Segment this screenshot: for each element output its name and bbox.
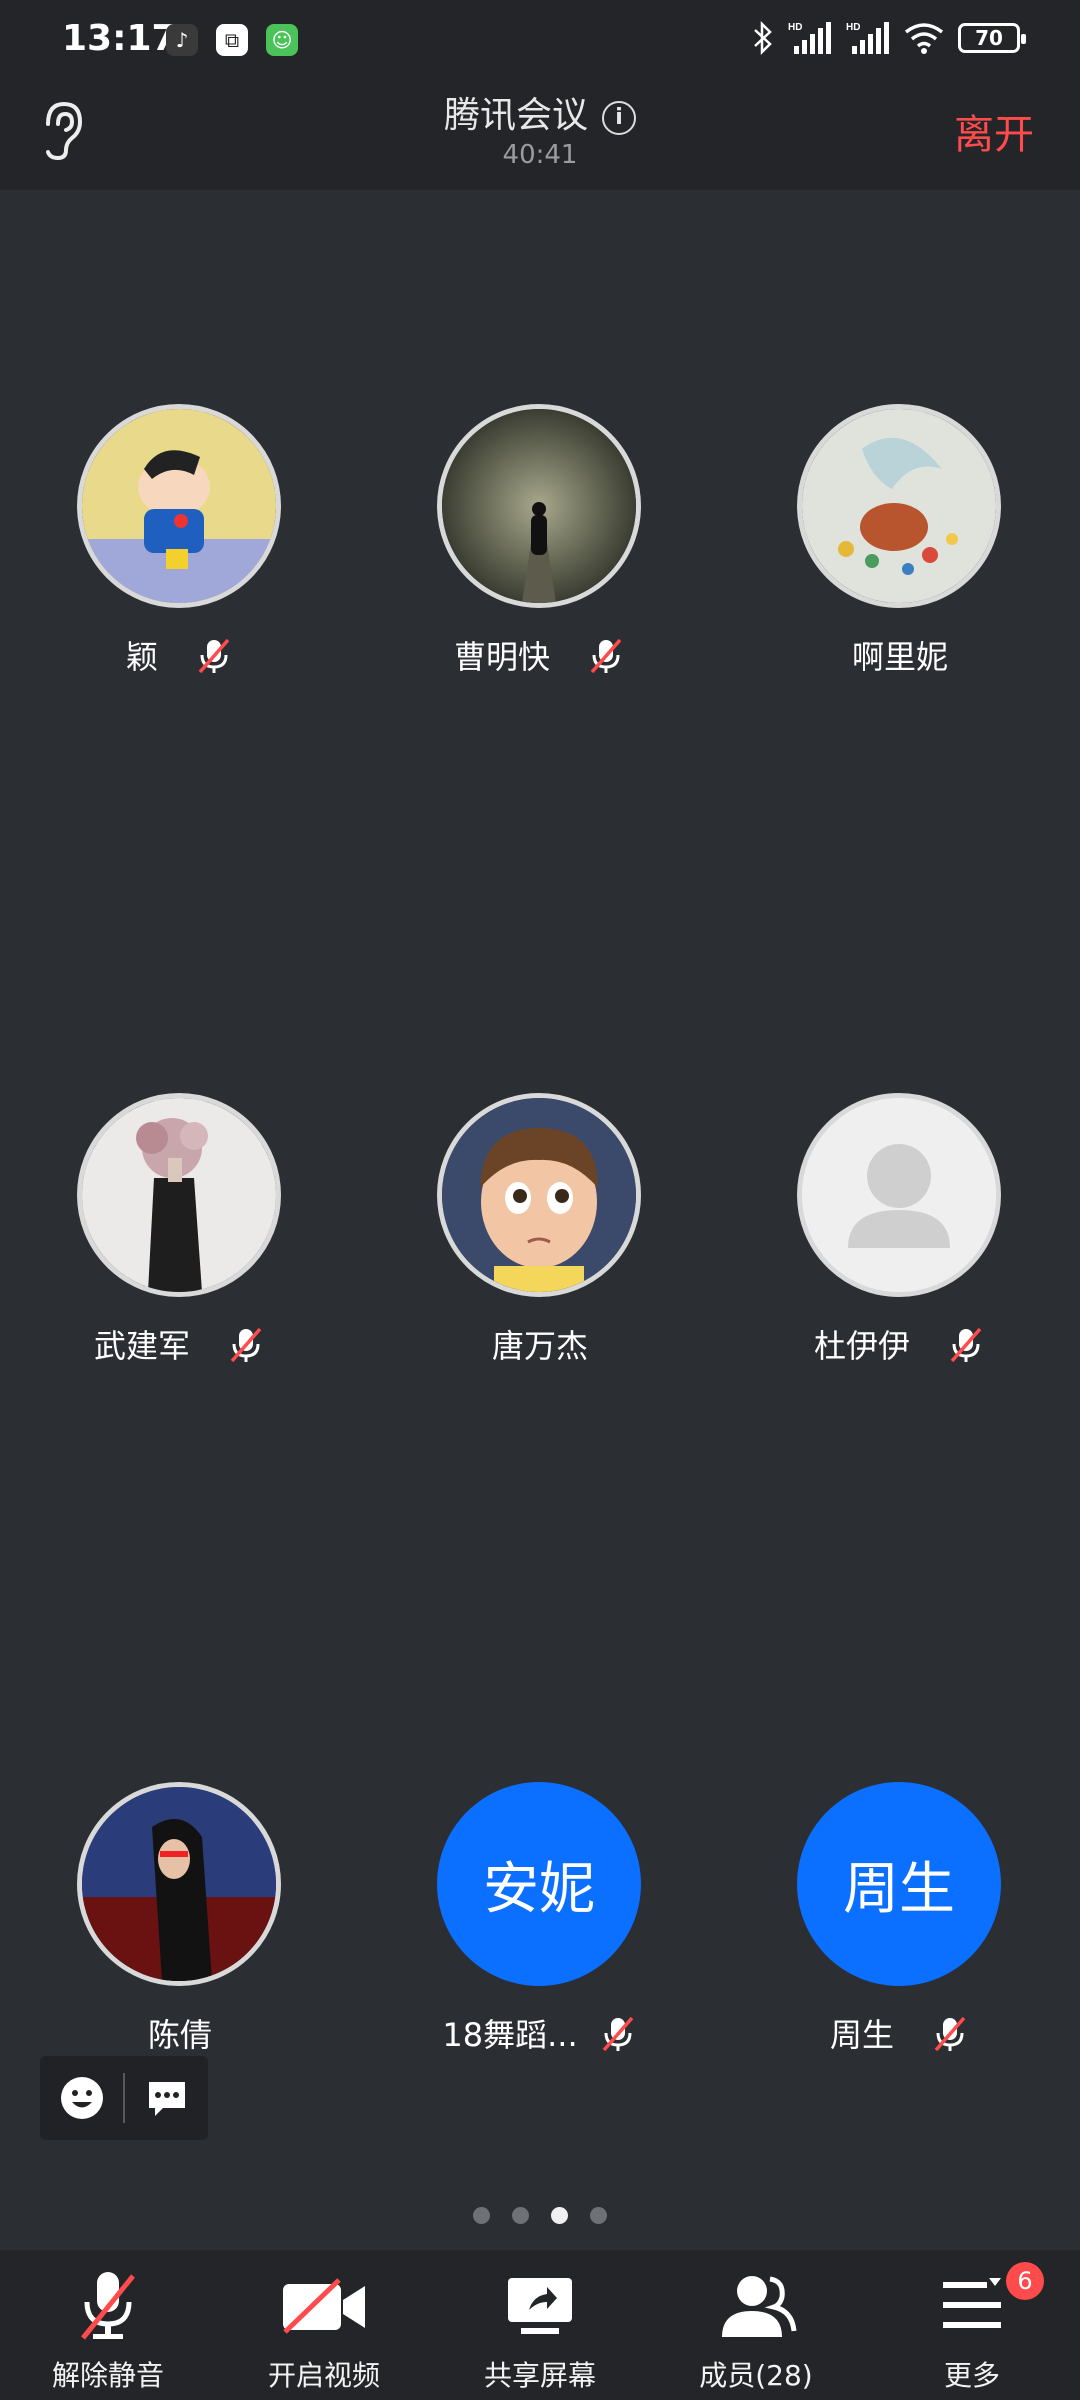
info-icon[interactable]: i: [602, 101, 636, 135]
tiktok-icon: ♪: [166, 24, 198, 56]
page-dot[interactable]: [473, 2207, 490, 2224]
mic-muted-icon: [81, 2272, 135, 2340]
emoji-button[interactable]: [40, 2075, 123, 2121]
more-label: 更多: [943, 2359, 1000, 2392]
signal-hd-icon-2: HD: [846, 22, 889, 54]
unmute-button[interactable]: 解除静音: [0, 2268, 216, 2394]
status-bar: 13:17 ♪ ⧉ ☺ HD HD 70: [0, 0, 1080, 80]
svg-text:HD: HD: [846, 22, 860, 33]
participant-tile[interactable]: 陈倩: [0, 1782, 360, 2082]
avatar: [77, 1782, 281, 1986]
avatar: [77, 1093, 281, 1297]
start-video-button[interactable]: 开启视频: [216, 2268, 432, 2394]
mic-muted-icon: [198, 638, 230, 674]
bluetooth-icon: [754, 20, 772, 56]
wifi-icon: [904, 23, 944, 54]
participant-tile[interactable]: 啊里妮: [720, 404, 1080, 704]
reaction-chat-bar: [40, 2056, 208, 2140]
mic-muted-icon: [230, 1327, 262, 1363]
page-indicator[interactable]: [0, 2207, 1080, 2224]
participant-name: 杜伊伊: [720, 1321, 1080, 1367]
meeting-timer: 40:41: [502, 140, 578, 170]
avatar: [797, 404, 1001, 608]
page-dot[interactable]: [590, 2207, 607, 2224]
participant-name: 武建军: [0, 1321, 360, 1367]
unmute-label: 解除静音: [51, 2359, 164, 2392]
avatar: [797, 1093, 1001, 1297]
avatar: [77, 404, 281, 608]
pip-icon: ⧉: [216, 24, 248, 56]
participant-name: 颖: [0, 632, 360, 678]
meeting-title-text: 腾讯会议: [443, 95, 588, 136]
participant-tile[interactable]: 武建军: [0, 1093, 360, 1393]
participant-tile[interactable]: 曹明快: [360, 404, 720, 704]
leave-button[interactable]: 离开: [954, 102, 1034, 160]
members-icon: [722, 2276, 797, 2337]
participant-name: 周生: [720, 2010, 1080, 2056]
participant-tile[interactable]: 杜伊伊: [720, 1093, 1080, 1393]
bottom-toolbar: 解除静音 开启视频 共享屏幕 成员(28) 6 更多: [0, 2250, 1080, 2400]
members-button[interactable]: 成员(28): [648, 2268, 864, 2394]
status-time: 13:17: [62, 18, 177, 59]
avatar: [437, 1093, 641, 1297]
avatar-initials: 安妮: [437, 1782, 641, 1986]
notification-badge: 6: [1006, 2262, 1044, 2300]
share-screen-label: 共享屏幕: [483, 2359, 596, 2392]
status-icons: HD HD 70: [752, 20, 1026, 56]
menu-icon: [943, 2278, 1001, 2328]
participant-tile[interactable]: 唐万杰: [360, 1093, 720, 1393]
meeting-title[interactable]: 腾讯会议 i: [0, 86, 1080, 138]
participant-name: 18舞蹈...: [360, 2010, 720, 2056]
chat-button[interactable]: [125, 2076, 208, 2120]
participant-tile[interactable]: 周生 周生: [720, 1782, 1080, 2082]
assistant-icon: ☺: [266, 24, 298, 56]
participant-tile[interactable]: 颖: [0, 404, 360, 704]
more-button[interactable]: 6 更多: [864, 2262, 1080, 2394]
page-dot-active[interactable]: [551, 2207, 568, 2224]
share-screen-icon: [508, 2278, 572, 2334]
avatar: [437, 404, 641, 608]
members-label: 成员(28): [699, 2359, 813, 2392]
meeting-header: 腾讯会议 i 40:41 离开: [0, 80, 1080, 190]
share-screen-button[interactable]: 共享屏幕: [432, 2268, 648, 2394]
avatar-initials: 周生: [797, 1782, 1001, 1986]
chat-icon: [148, 2082, 185, 2116]
svg-text:HD: HD: [788, 22, 802, 33]
default-avatar-icon: [802, 1098, 996, 1292]
signal-hd-icon: HD: [788, 22, 831, 54]
video-off-icon: [283, 2278, 365, 2334]
mic-muted-icon: [934, 2016, 966, 2052]
participant-name: 啊里妮: [851, 638, 948, 676]
battery-indicator: 70: [958, 23, 1026, 53]
start-video-label: 开启视频: [267, 2359, 380, 2392]
mic-muted-icon: [950, 1327, 982, 1363]
mic-muted-icon: [602, 2016, 633, 2052]
participant-name: 唐万杰: [491, 1327, 588, 1365]
participant-name: 曹明快: [360, 632, 720, 678]
emoji-icon: [60, 2077, 103, 2119]
participant-name: 陈倩: [147, 2016, 212, 2054]
page-dot[interactable]: [512, 2207, 529, 2224]
mic-muted-icon: [590, 638, 622, 674]
participant-tile[interactable]: 安妮 18舞蹈...: [360, 1782, 720, 2082]
